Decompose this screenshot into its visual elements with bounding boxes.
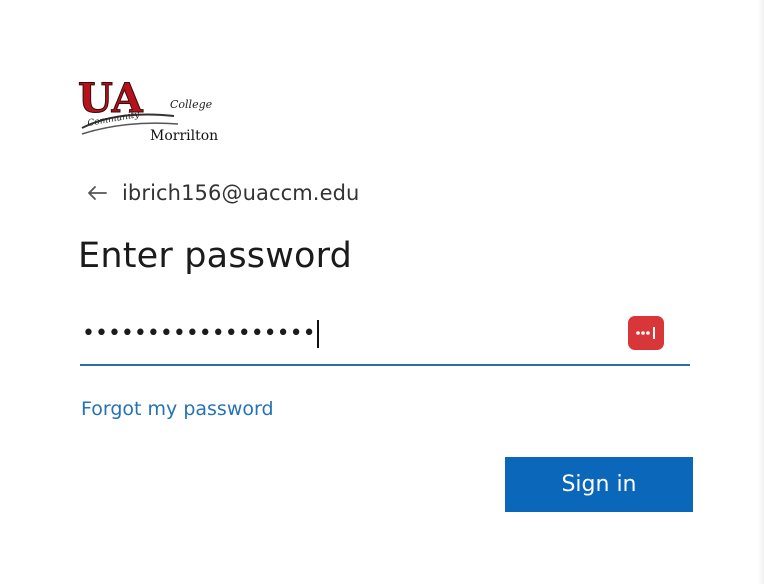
- text-caret: [316, 320, 319, 348]
- window-edge: [758, 0, 764, 584]
- forgot-password-link[interactable]: Forgot my password: [81, 398, 274, 420]
- logo-college-text: College: [170, 98, 213, 111]
- password-manager-icon[interactable]: [628, 316, 664, 350]
- back-arrow-icon[interactable]: [86, 178, 116, 208]
- password-field[interactable]: ••••••••••••••••••: [80, 308, 690, 366]
- sign-in-button[interactable]: Sign in: [505, 457, 693, 512]
- identity-email: ibrich156@uaccm.edu: [122, 181, 360, 205]
- password-value: ••••••••••••••••••: [82, 321, 316, 346]
- password-input[interactable]: ••••••••••••••••••: [82, 320, 319, 348]
- logo-location-text: Morrilton: [150, 128, 218, 144]
- identity-banner[interactable]: ibrich156@uaccm.edu: [86, 176, 359, 210]
- page-title: Enter password: [78, 236, 353, 276]
- uaccm-logo: UA College Community Morrilton: [78, 76, 218, 148]
- sign-in-page: UA College Community Morrilton ibrich156…: [0, 0, 764, 584]
